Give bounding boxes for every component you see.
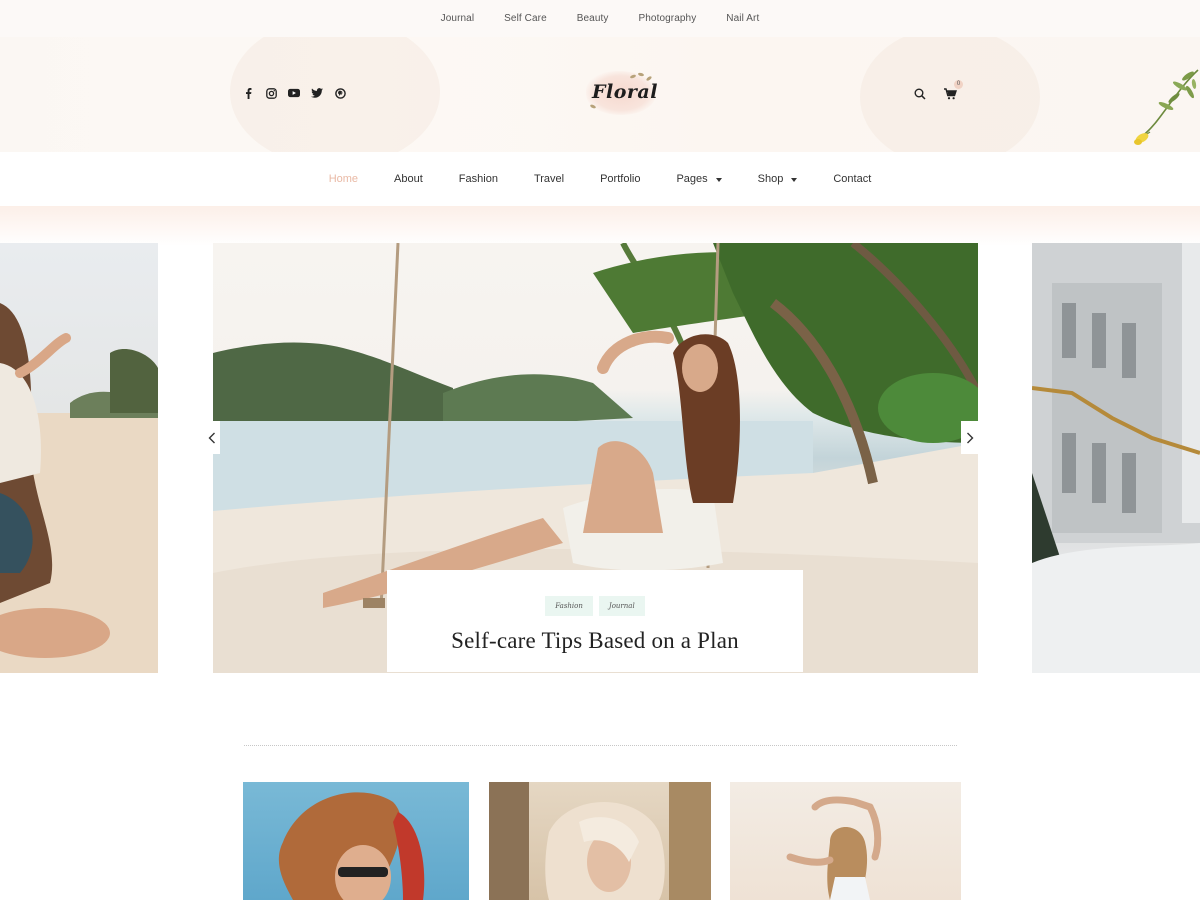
slide-image-beach-woman bbox=[0, 303, 158, 673]
nav-item-label: About bbox=[394, 173, 423, 185]
social-links bbox=[242, 87, 346, 99]
featured-post-caption: Fashion Journal Self-care Tips Based on … bbox=[387, 570, 803, 672]
site-logo[interactable]: Floral bbox=[584, 67, 660, 117]
nav-item-shop[interactable]: Shop bbox=[740, 173, 816, 185]
nav-item-travel[interactable]: Travel bbox=[516, 173, 582, 185]
slider-prev-button[interactable] bbox=[203, 421, 220, 454]
main-nav: Home About Fashion Travel Portfolio Page… bbox=[0, 152, 1200, 206]
twitter-icon[interactable] bbox=[311, 87, 323, 99]
post-tags: Fashion Journal bbox=[387, 596, 803, 616]
search-icon[interactable] bbox=[914, 87, 926, 105]
post-card[interactable] bbox=[489, 782, 711, 900]
post-card[interactable] bbox=[730, 782, 961, 900]
nav-item-label: Home bbox=[328, 173, 359, 185]
featured-post-title[interactable]: Self-care Tips Based on a Plan bbox=[387, 628, 803, 654]
cart-icon bbox=[944, 88, 957, 100]
logo-text: Floral bbox=[592, 81, 658, 103]
site-header: Floral 0 bbox=[0, 37, 1200, 152]
facebook-icon[interactable] bbox=[242, 87, 254, 99]
instagram-icon[interactable] bbox=[265, 87, 277, 99]
slider-next-button[interactable] bbox=[961, 421, 978, 454]
slide-image-winter-building bbox=[1032, 243, 1200, 673]
nav-item-home[interactable]: Home bbox=[311, 173, 376, 185]
nav-item-fashion[interactable]: Fashion bbox=[441, 173, 516, 185]
chevron-down-icon bbox=[715, 178, 722, 182]
chevron-down-icon bbox=[791, 178, 798, 182]
nav-item-label: Shop bbox=[757, 173, 784, 185]
pinterest-icon[interactable] bbox=[334, 87, 346, 99]
section-divider bbox=[244, 745, 957, 746]
chevron-left-icon bbox=[208, 432, 215, 443]
nav-item-pages[interactable]: Pages bbox=[658, 173, 739, 185]
nav-item-label: Portfolio bbox=[600, 173, 641, 185]
header-tools: 0 bbox=[914, 80, 963, 105]
slide-previous[interactable] bbox=[0, 243, 158, 673]
top-bar: Journal Self Care Beauty Photography Nai… bbox=[0, 0, 1200, 37]
top-link-self-care[interactable]: Self Care bbox=[489, 13, 562, 24]
nav-item-portfolio[interactable]: Portfolio bbox=[582, 173, 658, 185]
cart-button[interactable]: 0 bbox=[944, 80, 963, 105]
post-card-image bbox=[278, 792, 425, 900]
floral-branch-decoration bbox=[1134, 69, 1199, 145]
top-link-beauty[interactable]: Beauty bbox=[562, 13, 624, 24]
nav-item-label: Contact bbox=[833, 173, 872, 185]
post-card-image bbox=[786, 796, 882, 900]
hero-background-strip bbox=[0, 206, 1200, 246]
tag-fashion[interactable]: Fashion bbox=[545, 596, 593, 616]
nav-item-contact[interactable]: Contact bbox=[815, 173, 889, 185]
post-card[interactable] bbox=[243, 782, 469, 900]
top-link-photography[interactable]: Photography bbox=[623, 13, 711, 24]
top-link-nail-art[interactable]: Nail Art bbox=[711, 13, 774, 24]
nav-item-label: Pages bbox=[676, 173, 708, 185]
cart-count-badge: 0 bbox=[954, 80, 963, 89]
tag-journal[interactable]: Journal bbox=[598, 596, 645, 616]
top-link-journal[interactable]: Journal bbox=[426, 13, 490, 24]
post-card-image bbox=[489, 782, 711, 900]
youtube-icon[interactable] bbox=[288, 87, 300, 99]
chevron-right-icon bbox=[966, 432, 973, 443]
nav-item-about[interactable]: About bbox=[376, 173, 441, 185]
slide-next[interactable] bbox=[1032, 243, 1200, 673]
nav-item-label: Fashion bbox=[458, 173, 498, 185]
nav-item-label: Travel bbox=[533, 173, 565, 185]
